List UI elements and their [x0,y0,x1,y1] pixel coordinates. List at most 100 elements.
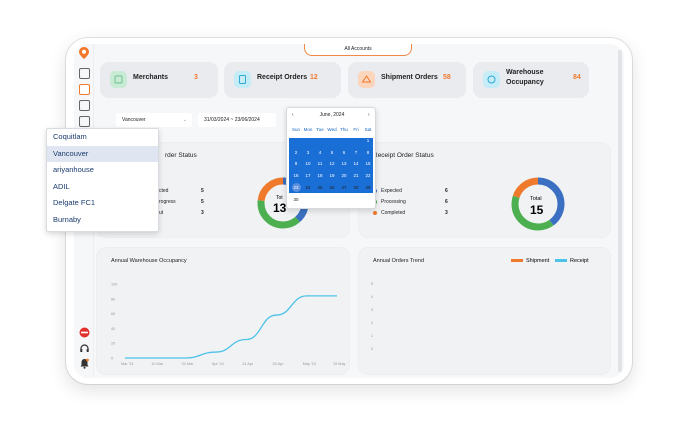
x-tick-label: 28 Apr [272,362,284,366]
headset-icon[interactable] [79,343,90,354]
status-label: rogress [159,199,176,205]
calendar-month-label: June, 2024 [319,112,345,118]
legend-label: Shipment [526,258,550,264]
warehouse-dropdown: Coquitlam Vancouver ariyanhouse ADIL Del… [46,128,159,232]
merchants-icon [110,71,127,88]
stat-label: Shipment Orders [381,74,438,81]
calendar-day[interactable]: 19 [326,171,338,181]
calendar-weekday: Tue [316,127,324,132]
card-title: Receipt Order Status [373,152,434,159]
y-tick-label: 40 [111,327,115,331]
receipt-icon [234,71,251,88]
calendar-day[interactable]: 27 [338,183,350,193]
date-range-input[interactable]: 31/03/2024 ~ 23/06/2024 [198,113,276,127]
legend-shipment[interactable]: Shipment [511,258,549,264]
calendar-day[interactable]: 22 [362,171,374,181]
dropdown-option[interactable]: Delgate FC1 [47,195,158,212]
status-row: Completed 3 [373,210,463,216]
calendar-day[interactable]: 24 [302,183,314,193]
calendar-day[interactable]: 11 [314,159,326,169]
chevron-down-icon: ⌄ [182,117,187,123]
stat-card-merchants[interactable]: Merchants 3 [100,62,218,98]
stat-card-receipt-orders[interactable]: Receipt Orders 12 [224,62,341,98]
calendar-day[interactable]: 23 [290,183,302,193]
dropdown-option[interactable]: Burnaby [47,212,158,229]
box-icon[interactable] [79,116,90,127]
dropdown-option[interactable]: ariyanhouse [47,162,158,179]
user-avatar-icon[interactable] [79,327,90,338]
x-tick-label: 10 Mar [151,362,164,366]
accounts-selector[interactable]: All Accounts [304,44,412,56]
status-count: 6 [445,199,448,205]
calendar-day[interactable]: 4 [314,148,326,158]
bell-icon[interactable] [79,358,90,369]
calendar-day[interactable]: 10 [302,159,314,169]
status-label: Processing [381,199,406,205]
status-count: 5 [201,188,204,194]
status-label: cted [159,188,169,194]
y-tick-label: 1 [371,334,374,338]
calendar-day[interactable]: 20 [338,171,350,181]
warehouse-select-value: Vancouver [122,117,146,123]
next-month-icon[interactable]: › [368,112,370,118]
stat-label: Receipt Orders [257,74,308,81]
stat-label-line2: Occupancy [506,79,544,86]
calendar-day[interactable]: 15 [362,159,374,169]
calendar-day[interactable]: 2 [290,148,302,158]
status-count: 5 [201,199,204,205]
calendar-weekday: Sat [364,127,372,132]
dropdown-option-selected[interactable]: Vancouver [47,145,158,162]
stat-value: 84 [573,74,581,81]
status-row: Processing 6 [373,199,463,205]
stat-value: 58 [443,74,451,81]
calendar-day[interactable]: 1 [362,136,374,146]
grid-icon[interactable] [79,68,90,79]
calendar-day[interactable]: 14 [350,159,362,169]
y-tick-label: 100 [111,283,117,287]
warehouse-select[interactable]: Vancouver ⌄ [116,113,192,127]
stat-card-warehouse-occupancy[interactable]: Warehouse Occupancy 84 [473,62,589,98]
calendar-day[interactable]: 9 [290,159,302,169]
stage: All Accounts Merchants 3 Receipt Orders … [0,0,700,425]
calendar-day[interactable]: 26 [326,183,338,193]
status-label: Expected [381,188,402,194]
y-tick-label: 0 [111,357,113,361]
status-row: Expected 6 [373,188,463,194]
orders-trend-card: Annual Orders Trend Shipment Receipt 5 4 3… [358,247,611,375]
warehouse-nav-icon[interactable] [79,100,90,111]
stat-value: 3 [194,74,198,81]
y-tick-label: 5 [371,282,374,286]
stat-card-shipment-orders[interactable]: Shipment Orders 58 [348,62,466,98]
calendar-day[interactable]: 3 [302,148,314,158]
main-content: All Accounts Merchants 3 Receipt Orders … [94,44,624,378]
calendar-day[interactable]: 12 [326,159,338,169]
calendar-weekday: Sun [291,127,300,132]
calendar-day[interactable]: 6 [338,148,350,158]
x-tick-label: Mar '24 [121,362,134,366]
calendar-day[interactable]: 28 [350,183,362,193]
stat-label: Merchants [133,74,169,81]
calendar-day[interactable]: 8 [362,148,374,158]
donut-total-label: Total [530,196,542,202]
calendar-day[interactable]: 17 [302,171,314,181]
calendar-day[interactable]: 13 [338,159,350,169]
dropdown-option[interactable]: ADIL [47,179,158,196]
shipment-icon [358,71,375,88]
calendar-day[interactable]: 21 [350,171,362,181]
y-tick-label: 2 [371,321,374,325]
dropdown-option[interactable]: Coquitlam [47,129,158,146]
scrollbar[interactable] [618,50,622,372]
y-tick-label: 0 [371,347,374,351]
y-tick-label: 4 [371,295,374,299]
dashboard-icon[interactable] [79,84,90,95]
legend-label: Receipt [570,258,589,264]
calendar-day[interactable]: 30 [290,195,302,205]
stat-label: Warehouse [506,69,544,76]
calendar-day[interactable]: 7 [350,148,362,158]
legend-receipt[interactable]: Receipt [555,258,589,264]
calendar-day[interactable]: 25 [314,183,326,193]
calendar-day[interactable]: 16 [290,171,302,181]
calendar-day[interactable]: 29 [362,183,374,193]
calendar-day[interactable]: 5 [326,148,338,158]
calendar-day[interactable]: 18 [314,171,326,181]
